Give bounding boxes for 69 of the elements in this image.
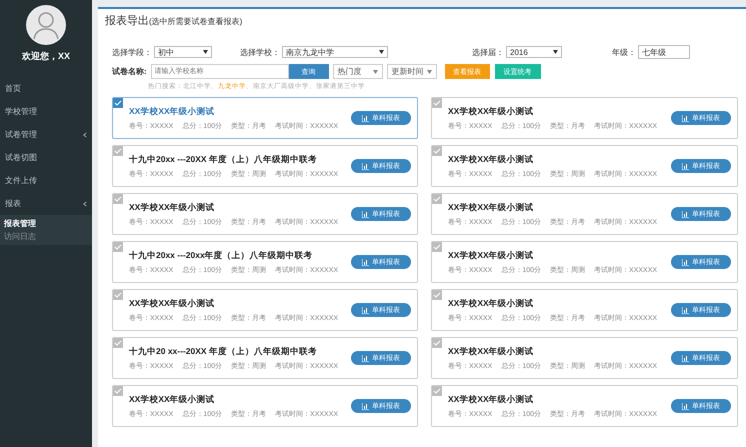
bar-chart-icon [682, 258, 689, 266]
paper-title: XX学校XX年级小测试 [129, 298, 216, 310]
bar-chart-icon [682, 306, 689, 314]
checkbox[interactable] [113, 242, 123, 252]
bar-chart-icon [682, 210, 689, 218]
bar-chart-icon [362, 114, 369, 122]
bar-chart-icon [682, 354, 689, 362]
dropdown-icon [553, 50, 558, 54]
bar-chart-icon [362, 210, 369, 218]
bar-chart-icon [362, 306, 369, 314]
bar-chart-icon [682, 114, 689, 122]
nav-item[interactable]: 试卷管理 [0, 123, 92, 146]
paper-title: XX学校XX年级小测试 [448, 154, 535, 166]
checkbox[interactable] [432, 290, 442, 300]
paper-title: XX学校XX年级小测试 [448, 394, 535, 406]
checkbox[interactable] [113, 338, 123, 348]
bar-chart-icon [362, 162, 369, 170]
dropdown-icon [372, 70, 378, 74]
select-field[interactable]: 初中 [154, 46, 212, 58]
select-field[interactable]: 南京九龙中学 [282, 46, 388, 58]
dropdown-icon [379, 50, 384, 54]
paper-title: XX学校XX年级小测试 [448, 250, 535, 262]
sort-select[interactable]: 更新时间 [386, 64, 437, 79]
bar-chart-icon [362, 258, 369, 266]
paper-title: XX学校XX年级小测试 [129, 106, 216, 118]
filter-label: 选择学校： [240, 46, 280, 58]
greeting-text: 欢迎您，XX [22, 50, 70, 63]
filter-label: 年级： [612, 46, 636, 58]
paper-title: XX学校XX年级小测试 [129, 202, 216, 214]
checkbox[interactable] [432, 194, 442, 204]
paper-title: XX学校XX年级小测试 [448, 346, 535, 358]
paper-title: 十九中20xx ---20xx年度（上）八年级期中联考 [129, 250, 314, 262]
checkbox[interactable] [113, 194, 123, 204]
bar-chart-icon [362, 402, 369, 410]
bar-chart-icon [682, 162, 689, 170]
paper-title: XX学校XX年级小测试 [448, 202, 535, 214]
bar-chart-icon [682, 402, 689, 410]
checkbox[interactable] [432, 242, 442, 252]
avatar-icon [26, 5, 66, 45]
nav-item[interactable]: 学校管理 [0, 100, 92, 123]
checkbox[interactable] [113, 386, 123, 396]
paper-title: 十九中20 xx---20XX 年度（上）八年级期中联考 [129, 346, 318, 358]
paper-title: XX学校XX年级小测试 [448, 106, 535, 118]
paper-title: XX学校XX年级小测试 [448, 298, 535, 310]
submenu-item[interactable]: 报表管理 [0, 217, 92, 230]
search-label: 试卷名称: [112, 66, 147, 77]
checkbox[interactable] [432, 98, 442, 108]
nav-item[interactable]: 文件上传 [0, 169, 92, 192]
submenu-item[interactable]: 访问日志 [0, 230, 92, 243]
checkbox[interactable] [113, 146, 123, 156]
nav-item[interactable]: 试卷切图 [0, 146, 92, 169]
nav-item[interactable]: 首页 [0, 77, 92, 100]
checkbox[interactable] [113, 290, 123, 300]
page-title: 报表导出(选中所需要试卷查看报表) [105, 14, 244, 28]
checkbox[interactable] [432, 386, 442, 396]
bar-chart-icon [362, 354, 369, 362]
dropdown-icon [426, 70, 432, 74]
checkbox[interactable] [432, 338, 442, 348]
checkbox[interactable] [432, 146, 442, 156]
filter-label: 选择届： [472, 46, 504, 58]
sort-select[interactable]: 热门度 [332, 64, 383, 79]
dropdown-icon [203, 50, 208, 54]
nav-item[interactable]: 报表 [0, 192, 92, 215]
paper-title: 十九中20xx ---20XX 年度（上）八年级期中联考 [129, 154, 318, 166]
select-field[interactable]: 2016 [506, 46, 562, 58]
paper-title: XX学校XX年级小测试 [129, 394, 216, 406]
checkbox[interactable] [113, 98, 123, 108]
filter-label: 选择学段： [112, 46, 152, 58]
input-field[interactable]: 七年级 [638, 45, 690, 59]
